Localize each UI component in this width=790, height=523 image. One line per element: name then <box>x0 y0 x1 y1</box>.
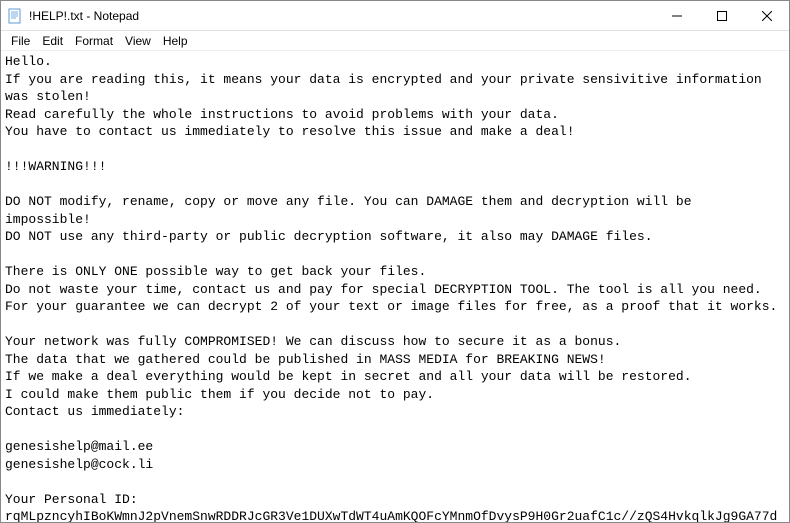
menu-file[interactable]: File <box>5 33 36 49</box>
menu-format[interactable]: Format <box>69 33 119 49</box>
notepad-icon <box>7 8 23 24</box>
text-editor-content[interactable]: Hello. If you are reading this, it means… <box>1 51 789 522</box>
window-title: !HELP!.txt - Notepad <box>29 9 654 23</box>
menubar: File Edit Format View Help <box>1 31 789 51</box>
maximize-button[interactable] <box>699 1 744 30</box>
window-controls <box>654 1 789 30</box>
titlebar: !HELP!.txt - Notepad <box>1 1 789 31</box>
menu-view[interactable]: View <box>119 33 157 49</box>
menu-edit[interactable]: Edit <box>36 33 69 49</box>
minimize-button[interactable] <box>654 1 699 30</box>
close-button[interactable] <box>744 1 789 30</box>
menu-help[interactable]: Help <box>157 33 194 49</box>
